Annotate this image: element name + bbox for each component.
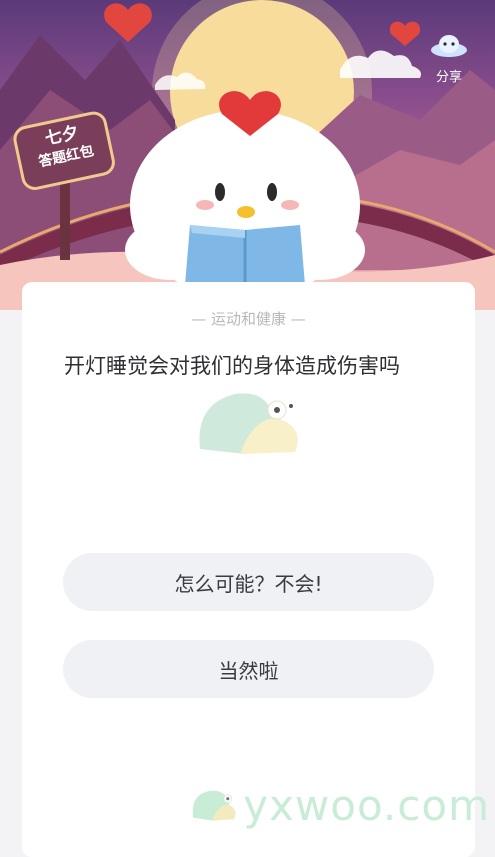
watermark-text: yxwoo.com [243, 780, 490, 830]
heart-icon [389, 21, 421, 46]
snail-icon [192, 790, 236, 821]
option-2-button[interactable]: 当然啦 [63, 640, 434, 698]
share-label: 分享 [435, 70, 462, 85]
header-banner: 七夕 答题红包 分享 [0, 0, 495, 310]
question-card: — 运动和健康 — 开灯睡觉会对我们的身体造成伤害吗 怎么可能？不会! 当然啦 [22, 282, 475, 857]
share-button[interactable]: 分享 [426, 30, 472, 92]
watermark: yxwoo.com [190, 775, 490, 835]
ufo-icon [431, 35, 467, 57]
category-text: 运动和健康 [210, 310, 286, 328]
category-label: — 运动和健康 — [191, 310, 306, 328]
heart-icon [104, 3, 152, 42]
snail-icon [199, 393, 298, 454]
question-text: 开灯睡觉会对我们的身体造成伤害吗 [64, 354, 400, 378]
option-1-button[interactable]: 怎么可能？不会! [63, 553, 434, 611]
